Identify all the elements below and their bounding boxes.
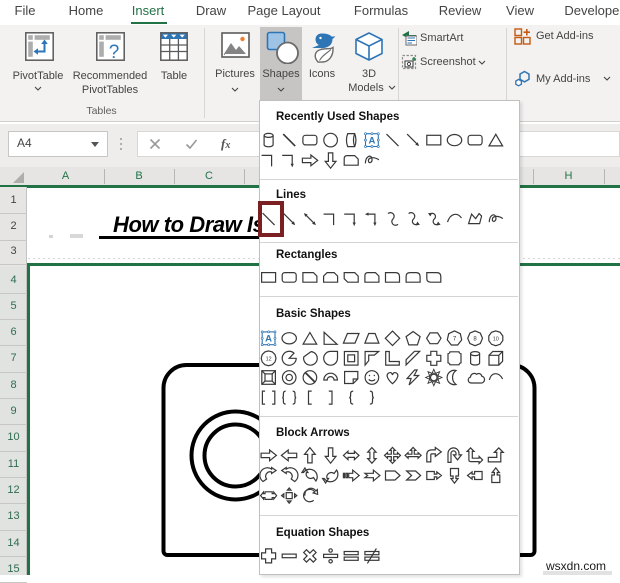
svg-text:?: ?	[109, 42, 120, 61]
